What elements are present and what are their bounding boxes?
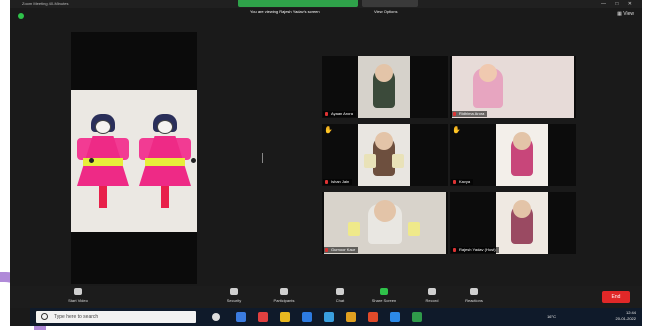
zoom-window: Zoom Meeting 40-Minutes — □ ✕ You are vi… <box>10 0 642 326</box>
participant-video <box>452 56 574 118</box>
raised-hand-icon: ✋ <box>324 127 333 134</box>
task-view-icon[interactable] <box>236 312 246 322</box>
start-video-label: Start Video <box>68 298 88 303</box>
security-shield-icon[interactable] <box>18 13 24 19</box>
participants-button[interactable]: Participants <box>266 288 302 306</box>
search-icon <box>41 313 48 320</box>
paper-doll-right <box>139 114 191 214</box>
system-clock[interactable]: 12:44 20-01-2022 <box>616 310 636 322</box>
app-icon[interactable] <box>412 312 422 322</box>
chat-button[interactable]: Chat <box>322 288 358 306</box>
zoom-icon[interactable] <box>390 312 400 322</box>
share-screen-label: Share Screen <box>371 298 397 303</box>
end-meeting-button[interactable]: End <box>602 291 630 303</box>
paper-doll-left <box>77 114 129 214</box>
participant-video <box>496 192 548 254</box>
view-options-label: View Options <box>374 9 398 14</box>
shield-icon <box>230 288 238 295</box>
start-video-button[interactable]: Start Video <box>60 288 96 306</box>
participant-video <box>358 124 410 186</box>
view-options-button[interactable]: View Options <box>362 0 418 14</box>
taskbar-search[interactable]: Type here to search <box>36 311 196 323</box>
participant-video <box>324 192 446 254</box>
record-icon <box>428 288 436 295</box>
chat-icon <box>336 288 344 295</box>
participant-name: Ayaan Arora <box>323 111 356 117</box>
app-icon[interactable] <box>346 312 356 322</box>
video-tile[interactable]: Rajesh Yadav (Host) <box>450 192 576 254</box>
participant-name: Ridhima Arora <box>451 111 488 117</box>
video-tile[interactable]: Ridhima Arora <box>450 56 576 118</box>
video-tile[interactable]: ✋ Kavya <box>450 124 576 186</box>
video-tile[interactable]: ✋ Ishan Jain <box>322 124 448 186</box>
weather-temperature[interactable]: 16°C <box>547 314 556 319</box>
chat-label: Chat <box>335 298 345 303</box>
view-label: View <box>623 11 634 17</box>
search-placeholder: Type here to search <box>54 314 99 320</box>
security-label: Security <box>226 298 242 303</box>
chrome-icon[interactable] <box>368 312 378 322</box>
folder-icon[interactable] <box>280 312 290 322</box>
screen-share-banner: You are viewing Rajesh Yadav's screen <box>238 0 358 14</box>
prev-arrow-icon[interactable] <box>89 158 94 163</box>
edge-icon[interactable] <box>324 312 334 322</box>
raised-hand-icon: ✋ <box>452 127 461 134</box>
smiley-icon <box>470 288 478 295</box>
participant-name: Gurnoor Kaur <box>323 247 359 253</box>
video-camera-icon <box>74 288 82 295</box>
window-controls[interactable]: — □ ✕ <box>601 0 636 8</box>
meeting-toolbar: Start Video Security Participants Chat S… <box>10 286 642 308</box>
app-icon[interactable] <box>258 312 268 322</box>
clock-date: 20-01-2022 <box>615 316 636 321</box>
reactions-button[interactable]: Reactions <box>456 288 492 306</box>
start-icon[interactable] <box>212 313 220 321</box>
participant-name: Kavya <box>451 179 474 185</box>
participant-video <box>496 124 548 186</box>
participant-name: Rajesh Yadav (Host) <box>451 247 499 253</box>
participant-name: Ishan Jain <box>323 179 353 185</box>
window-title: Zoom Meeting 40-Minutes <box>22 1 69 6</box>
next-arrow-icon[interactable] <box>191 158 196 163</box>
share-screen-button[interactable]: Share Screen <box>366 288 402 306</box>
app-icon[interactable] <box>302 312 312 322</box>
shared-screen <box>71 32 197 284</box>
share-screen-icon <box>380 288 388 295</box>
video-tile[interactable]: Ayaan Arora <box>322 56 448 118</box>
video-tile[interactable]: Gurnoor Kaur <box>322 192 448 254</box>
participant-video <box>358 56 410 118</box>
view-button[interactable]: ▦ View <box>617 11 634 17</box>
share-banner-text: You are viewing Rajesh Yadav's screen <box>250 9 320 14</box>
record-button[interactable]: Record <box>414 288 450 306</box>
split-divider[interactable] <box>262 153 263 163</box>
windows-taskbar: Type here to search 16°C 12:44 20-01-202… <box>30 308 642 326</box>
security-button[interactable]: Security <box>216 288 252 306</box>
participants-label: Participants <box>273 298 295 303</box>
people-icon <box>280 288 288 295</box>
reactions-label: Reactions <box>465 298 483 303</box>
record-label: Record <box>425 298 439 303</box>
